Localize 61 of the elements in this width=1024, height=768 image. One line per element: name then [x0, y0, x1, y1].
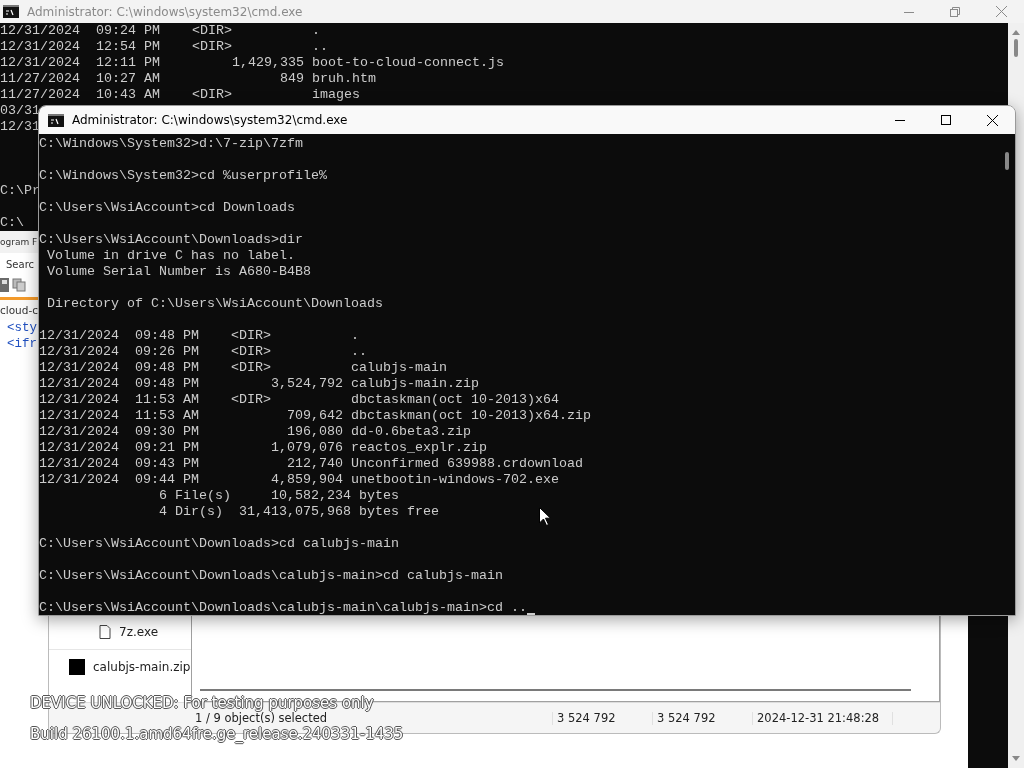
terminal-icon [48, 113, 64, 127]
console-line: 11/27/2024 10:43 AM <DIR> images [0, 87, 360, 103]
console-line: C:\Users\WsiAccount\Downloads\calubjs-main\calubjs-main>cd .. [39, 600, 527, 615]
console-line: C:\Pr [0, 183, 40, 199]
status-text: 1 / 9 object(s) selected [191, 711, 553, 725]
console-line: 6 File(s) 10,582,234 bytes [157, 488, 399, 504]
console-line: Directory of C:\Users\WsiAccount\Downloads [46, 296, 383, 312]
close-icon[interactable] [986, 114, 998, 126]
file-name[interactable]: calubjs-main.zip [93, 660, 191, 674]
console-line: C:\Users\WsiAccount\Downloads>cd calubjs-main [39, 536, 399, 552]
terminal-icon [3, 5, 19, 18]
console-line: C:\Users\WsiAccount>cd Downloads [39, 200, 295, 216]
scroll-thumb[interactable] [1005, 152, 1009, 170]
console-line: 12/31/2024 09:48 PM <DIR> . [39, 328, 359, 344]
console-line: 12/31/2024 09:48 PM <DIR> calubjs-main [39, 360, 447, 376]
console-line: 12/31 [0, 119, 40, 135]
console-line: 12/31/2024 09:26 PM <DIR> .. [39, 344, 367, 360]
console-line: Volume in drive C has no label. [46, 248, 295, 264]
console-line: C:\ [0, 215, 24, 231]
file-icon [99, 625, 111, 639]
console-line: 12/31/2024 11:53 AM <DIR> dbctaskman(oct 10-2013)x64 [39, 392, 559, 408]
console-line: 12/31/2024 09:24 PM <DIR> . [0, 23, 320, 39]
window-title: Administrator: C:\windows\system32\cmd.exe [27, 4, 304, 19]
console-line: 4 Dir(s) 31,413,075,968 bytes free [157, 504, 439, 520]
menu-item[interactable]: Searc [6, 258, 35, 270]
console-line: 12/31/2024 09:30 PM 196,080 dd-0.6beta3.zip [39, 424, 471, 440]
console-line: 12/31/2024 12:11 PM 1,429,335 boot-to-cloud-connect.js [0, 55, 504, 71]
status-text: 2024-12-31 21:48:28 [753, 711, 893, 725]
maximize-icon[interactable] [941, 115, 951, 125]
horizontal-scroll-bar[interactable] [200, 689, 911, 691]
console-line: C:\Windows\System32>cd %userprofile% [39, 168, 327, 184]
restore-icon[interactable] [950, 6, 960, 17]
window-title: ogram F [0, 237, 38, 247]
scroll-up-icon[interactable] [1012, 29, 1020, 35]
console-line: 12/31/2024 09:21 PM 1,079,076 reactos_explr.zip [39, 440, 487, 456]
scroll-down-icon[interactable] [1012, 756, 1020, 762]
console-line: 12/31/2024 09:43 PM 212,740 Unconfirmed 639988.crdownload [39, 456, 583, 472]
console-line: 03/31 [0, 103, 40, 119]
watermark-text: DEVICE UNLOCKED: For testing purposes only [30, 695, 375, 711]
scroll-thumb[interactable] [1014, 39, 1018, 57]
status-text: 3 524 792 [653, 711, 753, 725]
watermark-text: Build 26100.1.amd64fre.ge_release.240331-1435 [30, 726, 404, 742]
code-line: <sty [7, 321, 37, 335]
save-icon[interactable] [0, 278, 9, 292]
console-line: C:\Windows\System32>d:\7-zip\7zfm [39, 136, 303, 152]
copy-icon[interactable] [12, 278, 26, 292]
console-line: 12/31/2024 11:53 AM 709,642 dbctaskman(oct 10-2013)x64.zip [39, 408, 591, 424]
file-name[interactable]: 7z.exe [119, 625, 159, 639]
console-line: Volume Serial Number is A680-B4B8 [46, 264, 311, 280]
archive-icon [69, 659, 85, 675]
editor-tab[interactable]: cloud-c [0, 304, 38, 316]
status-text: 3 524 792 [553, 711, 653, 725]
code-line: <ifr [7, 337, 37, 351]
window-title: Administrator: C:\windows\system32\cmd.exe [72, 113, 349, 127]
console-line: C:\Users\WsiAccount\Downloads\calubjs-main>cd calubjs-main [39, 568, 503, 584]
mouse-pointer-icon [539, 507, 551, 526]
console-line: 12/31/2024 12:54 PM <DIR> .. [0, 39, 328, 55]
console-line: 12/31/2024 09:44 PM 4,859,904 unetbootin-windows-702.exe [39, 472, 559, 488]
console-line: 12/31/2024 09:48 PM 3,524,792 calubjs-main.zip [39, 376, 479, 392]
console-line: 11/27/2024 10:27 AM 849 bruh.htm [0, 71, 376, 87]
console-line: C:\Users\WsiAccount\Downloads>dir [39, 232, 303, 248]
